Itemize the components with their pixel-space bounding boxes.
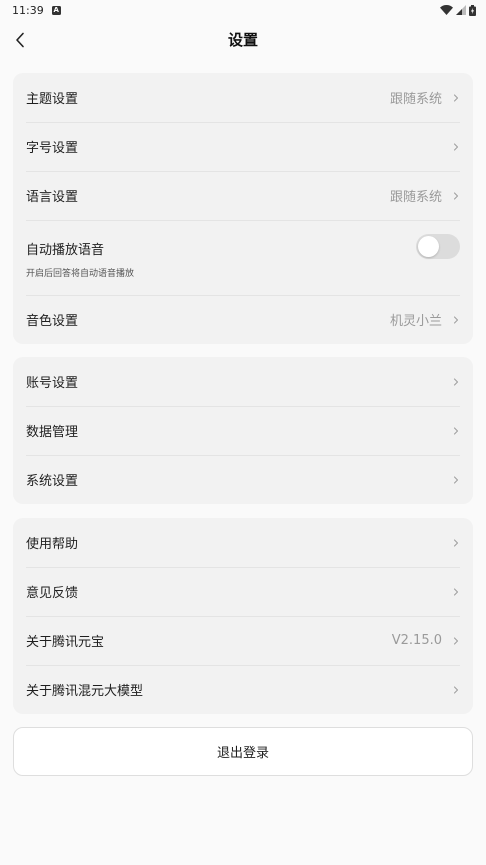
theme-setting-row[interactable]: 主题设置 跟随系统 <box>26 73 460 122</box>
chevron-right-icon <box>453 587 459 596</box>
wifi-icon <box>440 5 453 15</box>
theme-setting-value: 跟随系统 <box>389 92 442 107</box>
font-size-setting-row[interactable]: 字号设置 <box>26 122 460 171</box>
language-setting-value: 跟随系统 <box>389 190 442 205</box>
nav-bar: 设置 <box>0 20 486 60</box>
chevron-right-icon <box>453 426 459 435</box>
status-bar: 11:39 A <box>0 0 486 20</box>
settings-group-display: 主题设置 跟随系统 字号设置 语言设置 跟随系统 自动播放语音 开启后回答将自动… <box>13 73 473 344</box>
font-size-setting-label: 字号设置 <box>26 141 79 156</box>
settings-group-account: 账号设置 数据管理 系统设置 <box>13 357 473 504</box>
font-size-setting-right <box>452 141 460 153</box>
voice-setting-label: 音色设置 <box>26 314 79 329</box>
data-management-row[interactable]: 数据管理 <box>26 406 460 455</box>
chevron-right-icon <box>453 315 459 324</box>
status-right <box>440 4 476 16</box>
chevron-right-icon <box>453 685 459 694</box>
feedback-row[interactable]: 意见反馈 <box>26 567 460 616</box>
language-setting-right: 跟随系统 <box>390 186 460 205</box>
voice-setting-value: 机灵小兰 <box>389 314 442 329</box>
voice-setting-row[interactable]: 音色设置 机灵小兰 <box>26 295 460 344</box>
account-setting-row[interactable]: 账号设置 <box>26 357 460 406</box>
theme-setting-right: 跟随系统 <box>390 88 460 107</box>
about-app-row[interactable]: 关于腾讯元宝 V2.15.0 <box>26 616 460 665</box>
voice-setting-right: 机灵小兰 <box>390 310 460 329</box>
chevron-left-icon <box>16 32 24 48</box>
help-row[interactable]: 使用帮助 <box>26 518 460 567</box>
notification-badge-icon: A <box>51 5 61 15</box>
logout-button[interactable]: 退出登录 <box>13 727 473 776</box>
chevron-right-icon <box>453 142 459 151</box>
about-app-label: 关于腾讯元宝 <box>26 635 105 650</box>
language-setting-row[interactable]: 语言设置 跟随系统 <box>26 171 460 220</box>
autoplay-voice-texts: 自动播放语音 开启后回答将自动语音播放 <box>26 220 134 279</box>
autoplay-voice-toggle[interactable] <box>416 234 460 259</box>
chevron-right-icon <box>453 93 459 102</box>
status-time: 11:39 <box>12 3 44 17</box>
help-label: 使用帮助 <box>26 537 79 552</box>
feedback-label: 意见反馈 <box>26 586 79 601</box>
back-button[interactable] <box>6 26 34 54</box>
chevron-right-icon <box>453 538 459 547</box>
system-setting-label: 系统设置 <box>26 474 79 489</box>
system-setting-row[interactable]: 系统设置 <box>26 455 460 504</box>
data-management-label: 数据管理 <box>26 425 79 440</box>
chevron-right-icon <box>453 636 459 645</box>
signal-icon <box>456 5 466 15</box>
settings-group-about: 使用帮助 意见反馈 关于腾讯元宝 V2.15.0 关于腾讯混元大模型 <box>13 518 473 714</box>
chevron-right-icon <box>453 475 459 484</box>
autoplay-voice-subtitle: 开启后回答将自动语音播放 <box>26 269 135 279</box>
autoplay-voice-row: 自动播放语音 开启后回答将自动语音播放 <box>26 220 460 295</box>
about-app-right: V2.15.0 <box>392 633 460 648</box>
toggle-knob <box>418 236 439 257</box>
battery-icon <box>469 4 476 16</box>
about-model-label: 关于腾讯混元大模型 <box>26 684 144 699</box>
about-model-row[interactable]: 关于腾讯混元大模型 <box>26 665 460 714</box>
account-setting-label: 账号设置 <box>26 376 79 391</box>
autoplay-voice-label: 自动播放语音 <box>26 243 105 258</box>
chevron-right-icon <box>453 191 459 200</box>
app-version-value: V2.15.0 <box>391 633 442 648</box>
status-left: 11:39 A <box>12 4 61 17</box>
theme-setting-label: 主题设置 <box>26 92 79 107</box>
page-title: 设置 <box>227 31 258 49</box>
language-setting-label: 语言设置 <box>26 190 79 205</box>
chevron-right-icon <box>453 377 459 386</box>
